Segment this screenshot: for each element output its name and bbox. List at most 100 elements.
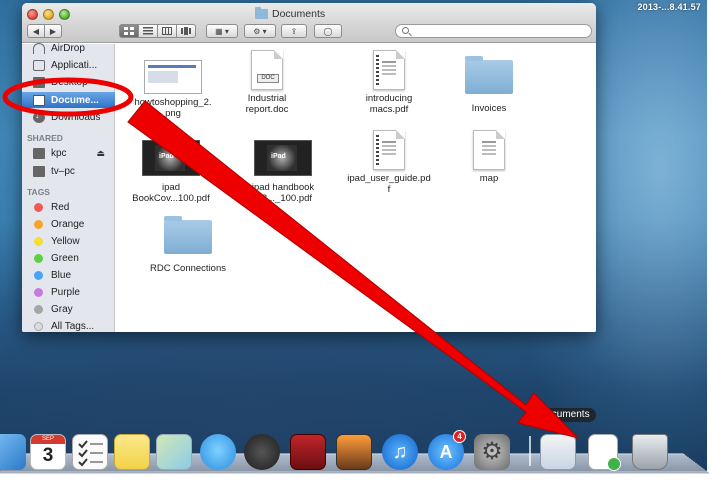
- sidebar-tag-purple[interactable]: Purple: [22, 284, 115, 300]
- sidebar-item-label: Applicati...: [51, 59, 98, 71]
- list-view-icon: [143, 27, 153, 35]
- calendar-icon[interactable]: SEP 3: [30, 434, 66, 470]
- search-field[interactable]: [395, 24, 592, 38]
- facetime-icon[interactable]: [244, 434, 280, 470]
- window-title-text: Documents: [272, 8, 326, 20]
- dock: SEP 3 ♫ A 4 ⚙: [0, 430, 710, 474]
- notes-icon[interactable]: [114, 434, 150, 470]
- folder-icon: [164, 216, 212, 254]
- icon-view-button[interactable]: [119, 24, 139, 38]
- column-view-button[interactable]: [157, 24, 177, 38]
- doc-type-label: DOC: [257, 74, 279, 83]
- tag-color-dot: [34, 236, 43, 246]
- thumbnail-label: iPad: [159, 153, 174, 160]
- dock-divider: [529, 436, 531, 466]
- documents-stack-icon[interactable]: [540, 434, 576, 470]
- photo-booth-icon[interactable]: [290, 434, 326, 470]
- sidebar-tag-blue[interactable]: Blue: [22, 267, 115, 283]
- sidebar-item-label: Downloads: [51, 111, 101, 123]
- share-button[interactable]: ⇪: [281, 24, 307, 38]
- pdf-document-icon: [373, 50, 405, 90]
- window-titlebar[interactable]: Documents ◀ ▶ ▦ ▾ ⚙ ▾ ⇪ ◯: [22, 3, 596, 43]
- back-button[interactable]: ◀: [27, 24, 45, 38]
- menubar-clock: 2013-...8.41.57: [637, 2, 701, 12]
- file-item[interactable]: introducing macs.pdf: [334, 50, 444, 115]
- sidebar-item-label: Yellow: [51, 235, 80, 247]
- file-item[interactable]: map: [434, 130, 544, 184]
- sidebar-item-label: tv–pc: [51, 165, 75, 177]
- reminders-icon[interactable]: [72, 434, 108, 470]
- maps-icon[interactable]: [156, 434, 192, 470]
- sidebar-section-shared: SHARED: [27, 133, 63, 143]
- icon-view-icon: [124, 27, 134, 35]
- word-document-icon: DOC: [251, 50, 283, 90]
- pdf-thumbnail-icon: iPad: [254, 140, 312, 176]
- sidebar-item-tv-pc[interactable]: tv–pc: [22, 163, 115, 179]
- file-item[interactable]: ipad_user_guide.pd f: [334, 130, 444, 195]
- sidebar-item-desktop[interactable]: Desktop: [22, 74, 115, 90]
- trash-icon[interactable]: [632, 434, 668, 470]
- arrange-menu-button[interactable]: ▦ ▾: [206, 24, 238, 38]
- pdf-document-icon: [373, 130, 405, 170]
- music-note-icon: ♫: [392, 441, 408, 463]
- tag-color-dot: [34, 287, 43, 297]
- finder-icon[interactable]: [0, 434, 26, 470]
- sidebar-all-tags[interactable]: All Tags...: [22, 318, 115, 332]
- folder-icon: [255, 7, 268, 19]
- documents-icon: [33, 94, 45, 106]
- file-item[interactable]: Invoices: [434, 54, 544, 114]
- file-name: ipad BookCov...100.pdf: [132, 182, 210, 204]
- zoom-window-button[interactable]: [59, 9, 70, 20]
- file-name: map: [479, 173, 499, 184]
- file-name: introducing macs.pdf: [365, 93, 413, 115]
- tag-color-dot: [34, 304, 43, 314]
- pdf-document-icon: [473, 130, 505, 170]
- file-item[interactable]: iPad ipad handbook ...8..._100.pdf: [228, 136, 338, 204]
- sidebar-tag-green[interactable]: Green: [22, 250, 115, 266]
- sidebar-tag-gray[interactable]: Gray: [22, 301, 115, 317]
- sidebar-item-airdrop[interactable]: AirDrop: [22, 40, 115, 56]
- forward-button[interactable]: ▶: [44, 24, 62, 38]
- list-view-button[interactable]: [138, 24, 158, 38]
- sidebar-item-downloads[interactable]: Downloads: [22, 109, 115, 125]
- minimize-window-button[interactable]: [43, 9, 54, 20]
- file-name: Industrial report.doc: [245, 93, 289, 115]
- dock-tooltip: Documents: [533, 408, 596, 422]
- sidebar-item-label: Green: [51, 252, 79, 264]
- file-name: RDC Connections: [149, 263, 227, 274]
- calendar-day: 3: [42, 445, 54, 466]
- sidebar-item-label: Gray: [51, 303, 73, 315]
- iphoto-icon[interactable]: [336, 434, 372, 470]
- sidebar-item-kpc[interactable]: kpc ⏏: [22, 145, 115, 161]
- finder-window: Documents ◀ ▶ ▦ ▾ ⚙ ▾ ⇪ ◯ AirDrop Applic…: [22, 3, 596, 332]
- file-item[interactable]: DOC Industrial report.doc: [212, 50, 322, 115]
- sidebar-item-label: Blue: [51, 269, 72, 281]
- sidebar-tag-yellow[interactable]: Yellow: [22, 233, 115, 249]
- sidebar-item-documents[interactable]: Docume...: [22, 92, 115, 108]
- preview-icon[interactable]: [588, 434, 621, 471]
- close-window-button[interactable]: [27, 9, 38, 20]
- edit-tags-button[interactable]: ◯: [314, 24, 342, 38]
- action-menu-button[interactable]: ⚙ ▾: [244, 24, 276, 38]
- file-name: ipad_user_guide.pd f: [347, 173, 431, 195]
- tag-color-dot: [34, 270, 43, 280]
- sidebar-item-applications[interactable]: Applicati...: [22, 57, 115, 73]
- window-title: Documents: [255, 7, 325, 21]
- tag-color-dot: [34, 253, 43, 263]
- eject-icon[interactable]: ⏏: [96, 148, 105, 159]
- app-store-icon[interactable]: A 4: [428, 430, 466, 470]
- tag-color-dot: [34, 202, 43, 212]
- folder-icon: [465, 56, 513, 94]
- file-name: Invoices: [471, 103, 507, 114]
- file-item[interactable]: RDC Connections: [133, 214, 243, 274]
- sidebar-tag-red[interactable]: Red: [22, 199, 115, 215]
- cover-flow-view-button[interactable]: [176, 24, 196, 38]
- itunes-icon[interactable]: ♫: [382, 434, 418, 470]
- system-preferences-icon[interactable]: ⚙: [474, 434, 510, 470]
- checklist-icon: [78, 440, 103, 467]
- downloads-icon: [33, 110, 45, 123]
- computer-icon: [33, 165, 45, 177]
- file-item[interactable]: iPad ipad BookCov...100.pdf: [116, 136, 226, 204]
- sidebar-tag-orange[interactable]: Orange: [22, 216, 115, 232]
- messages-icon[interactable]: [200, 434, 236, 470]
